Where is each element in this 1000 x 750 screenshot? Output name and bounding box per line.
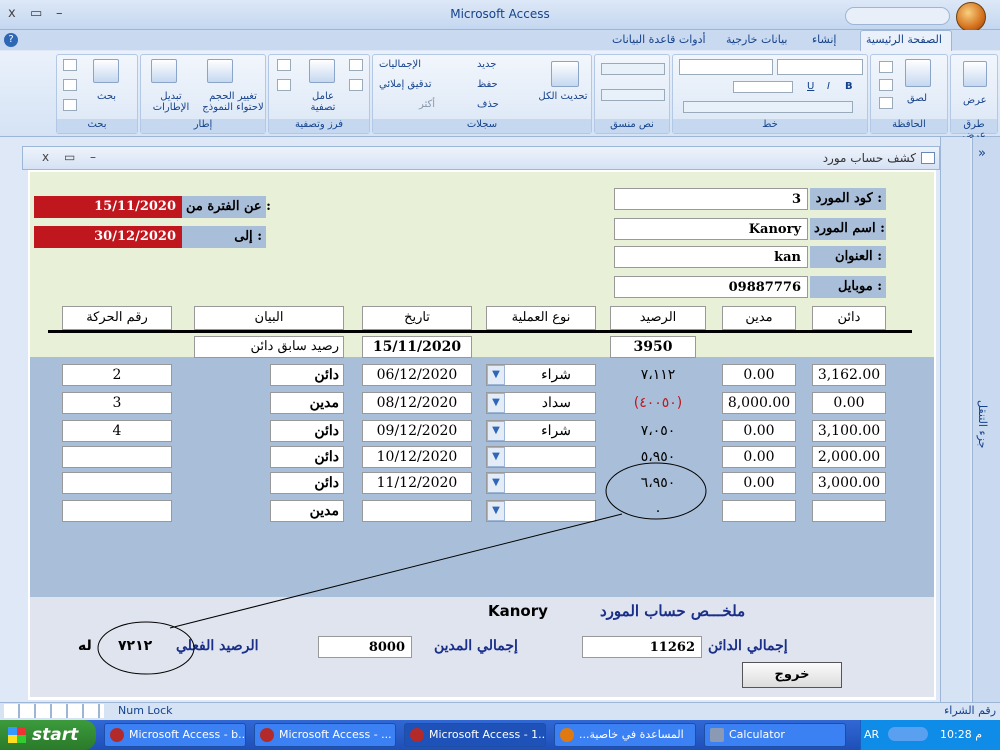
view-switcher-icons[interactable]	[4, 704, 104, 718]
annotation-arrow-line	[169, 513, 623, 629]
access-icon	[260, 728, 274, 742]
status-text: رقم الشراء	[944, 704, 996, 717]
num-lock-indicator: Num Lock	[118, 704, 173, 717]
taskbar-item-active[interactable]: Microsoft Access - 1...	[404, 723, 546, 747]
taskbar-item-label: Calculator	[729, 728, 785, 741]
taskbar-item-label: Microsoft Access - ...	[279, 728, 392, 741]
clock: 10:28 م	[940, 728, 983, 741]
taskbar-item-label: Microsoft Access - b...	[129, 728, 246, 741]
taskbar-item-label: Microsoft Access - 1...	[429, 728, 546, 741]
firefox-icon	[560, 728, 574, 742]
taskbar-item-label: ...المساعدة في خاصية	[579, 728, 684, 741]
tray-icons[interactable]	[888, 727, 928, 741]
taskbar-item[interactable]: Microsoft Access - ...	[254, 723, 396, 747]
annotation-ellipse-balance	[605, 462, 707, 520]
taskbar-item[interactable]: Calculator	[704, 723, 846, 747]
language-indicator[interactable]: AR	[864, 728, 879, 741]
calculator-icon	[710, 728, 724, 742]
annotation-overlay	[97, 462, 707, 675]
taskbar-item[interactable]: ...المساعدة في خاصية	[554, 723, 696, 747]
windows-logo-icon	[8, 727, 26, 743]
access-icon	[410, 728, 424, 742]
access-icon	[110, 728, 124, 742]
annotation-ellipse-actual	[97, 621, 195, 675]
taskbar-item[interactable]: Microsoft Access - b...	[104, 723, 246, 747]
